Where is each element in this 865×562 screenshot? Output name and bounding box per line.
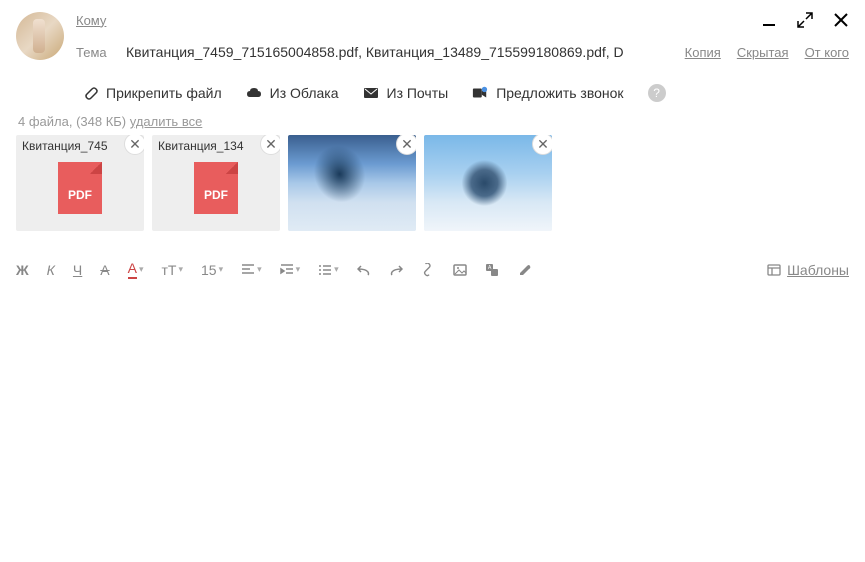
attachment-item[interactable]: Квитанция_745 ✕ PDF xyxy=(16,135,144,231)
chevron-down-icon: ▾ xyxy=(334,264,339,275)
from-mail-label: Из Почты xyxy=(387,85,449,101)
templates-button[interactable]: Шаблоны xyxy=(767,262,849,278)
pdf-icon: PDF xyxy=(194,162,238,214)
expand-icon[interactable] xyxy=(797,12,813,28)
bold-button[interactable]: Ж xyxy=(16,262,29,278)
redo-button[interactable] xyxy=(389,263,403,277)
cc-link[interactable]: Копия xyxy=(685,45,721,60)
remove-attachment-icon[interactable]: ✕ xyxy=(532,135,552,155)
from-mail-button[interactable]: Из Почты xyxy=(363,85,449,101)
font-size-preset-button[interactable]: тT ▾ xyxy=(161,262,183,278)
suggest-call-button[interactable]: Предложить звонок xyxy=(472,85,623,101)
pdf-icon: PDF xyxy=(58,162,102,214)
subject-input[interactable] xyxy=(126,44,673,60)
clear-format-button[interactable] xyxy=(517,263,531,277)
text-color-button[interactable]: A ▾ xyxy=(128,260,144,279)
files-summary: 4 файла, (348 КБ) удалить все xyxy=(16,114,849,129)
indent-button[interactable]: ▾ xyxy=(280,263,301,277)
to-field-link[interactable]: Кому xyxy=(76,13,106,28)
font-size-button[interactable]: 15 ▾ xyxy=(201,262,223,278)
minimize-icon[interactable] xyxy=(761,12,777,28)
mail-icon xyxy=(363,85,379,101)
cloud-icon xyxy=(246,85,262,101)
attach-file-label: Прикрепить файл xyxy=(106,85,222,101)
underline-button[interactable]: Ч xyxy=(73,262,82,278)
attachment-item[interactable]: ✕ xyxy=(424,135,552,231)
from-link[interactable]: От кого xyxy=(805,45,849,60)
remove-attachment-icon[interactable]: ✕ xyxy=(260,135,280,155)
align-button[interactable]: ▾ xyxy=(241,263,262,277)
remove-attachment-icon[interactable]: ✕ xyxy=(124,135,144,155)
attachment-name: Квитанция_745 xyxy=(22,139,108,153)
from-cloud-button[interactable]: Из Облака xyxy=(246,85,339,101)
chevron-down-icon: ▾ xyxy=(257,264,262,275)
remove-attachment-icon[interactable]: ✕ xyxy=(396,135,416,155)
chevron-down-icon: ▾ xyxy=(178,264,183,275)
list-button[interactable]: ▾ xyxy=(318,263,339,277)
subject-label: Тема xyxy=(76,45,114,60)
suggest-call-label: Предложить звонок xyxy=(496,85,623,101)
delete-all-link[interactable]: удалить все xyxy=(130,114,203,129)
attachment-item[interactable]: ✕ xyxy=(288,135,416,231)
attach-file-button[interactable]: Прикрепить файл xyxy=(82,85,222,101)
help-icon[interactable]: ? xyxy=(648,84,666,102)
templates-icon xyxy=(767,263,781,277)
translate-button[interactable]: A xyxy=(485,263,499,277)
close-icon[interactable] xyxy=(833,12,849,28)
avatar[interactable] xyxy=(16,12,64,60)
from-cloud-label: Из Облака xyxy=(270,85,339,101)
attachment-name: Квитанция_134 xyxy=(158,139,244,153)
message-body[interactable] xyxy=(16,291,849,531)
video-call-icon xyxy=(472,85,488,101)
chevron-down-icon: ▾ xyxy=(139,264,144,275)
chevron-down-icon: ▾ xyxy=(219,264,224,275)
italic-button[interactable]: К xyxy=(47,262,55,278)
strikethrough-button[interactable]: A xyxy=(100,262,109,278)
chevron-down-icon: ▾ xyxy=(296,264,301,275)
attachment-item[interactable]: Квитанция_134 ✕ PDF xyxy=(152,135,280,231)
bcc-link[interactable]: Скрытая xyxy=(737,45,789,60)
paperclip-icon xyxy=(82,85,98,101)
link-button[interactable] xyxy=(421,263,435,277)
undo-button[interactable] xyxy=(357,263,371,277)
image-button[interactable] xyxy=(453,263,467,277)
